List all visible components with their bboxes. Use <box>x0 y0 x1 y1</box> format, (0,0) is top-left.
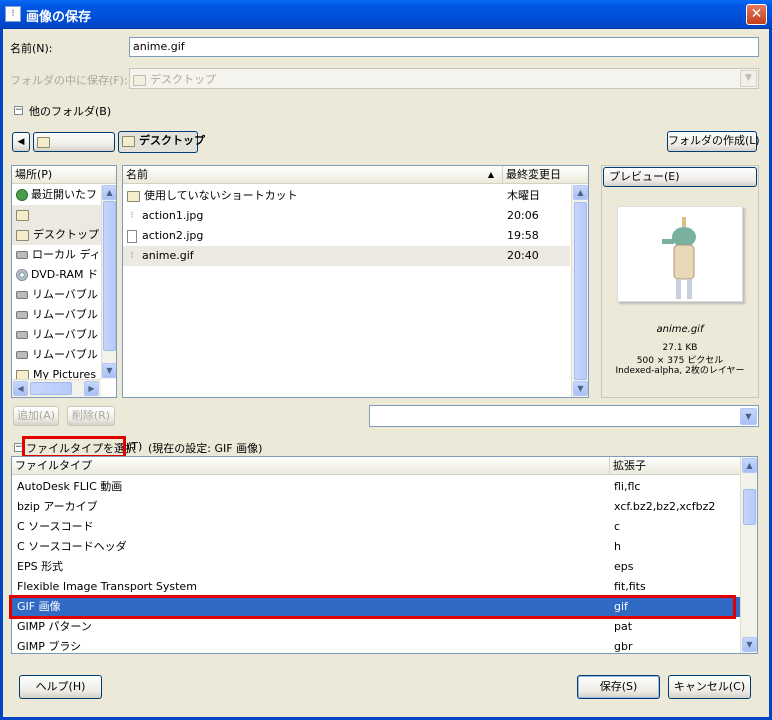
place-removable-1[interactable]: リムーバブル ラ <box>12 285 112 305</box>
place-my-pictures[interactable]: My Pictures <box>12 365 102 379</box>
filetype-row[interactable]: GIMP ブラシ gbr <box>12 637 740 653</box>
preview-filename: anime.gif <box>656 324 704 335</box>
other-folders-toggle[interactable]: 他のフォルダ(B) <box>29 103 111 119</box>
cancel-button[interactable]: キャンセル(C) <box>668 675 751 699</box>
file-row[interactable]: 使用していないショートカット 木曜日 <box>123 186 570 206</box>
place-desktop[interactable]: デスクトップ <box>12 225 102 245</box>
scroll-thumb[interactable] <box>103 201 116 351</box>
chevron-down-icon[interactable]: ▼ <box>740 408 757 425</box>
file-row[interactable]: ⁝ action1.jpg 20:06 <box>123 206 570 226</box>
place-home[interactable] <box>12 205 102 225</box>
select-filetype-highlight <box>22 436 126 458</box>
column-header-filetype[interactable]: ファイルタイプ <box>12 457 609 475</box>
image-file-icon: ⁝ <box>130 210 134 221</box>
filename-input[interactable]: anime.gif <box>129 37 759 57</box>
scroll-thumb[interactable] <box>574 202 587 380</box>
file-row-selected[interactable]: ⁝ anime.gif 20:40 <box>123 246 570 266</box>
path-segment-root[interactable] <box>33 132 115 152</box>
sort-ascending-icon: ▲ <box>487 170 494 179</box>
drive-icon <box>16 251 28 259</box>
preview-mode: Indexed-alpha, 2枚のレイヤー <box>615 366 745 376</box>
path-segment-desktop[interactable]: デスクトップ <box>118 131 205 153</box>
character-preview-image <box>662 217 696 299</box>
filetype-hotkey: (T) <box>127 440 143 453</box>
column-header-modified[interactable]: 最終変更日 <box>502 166 588 184</box>
filetype-list: ファイルタイプ 拡張子 AutoDesk FLIC 動画 fli,flc bzip… <box>11 456 758 654</box>
place-recent[interactable]: 最近開いたフ <box>12 185 102 205</box>
folder-icon <box>127 190 140 202</box>
window-title: 画像の保存 <box>26 10 92 25</box>
help-button[interactable]: ヘルプ(H) <box>19 675 102 699</box>
scroll-up-icon[interactable]: ▲ <box>573 185 588 200</box>
place-removable-3[interactable]: リムーバブル ラ <box>12 325 112 345</box>
scroll-up-icon[interactable]: ▲ <box>102 185 116 200</box>
folder-icon <box>16 369 29 379</box>
scroll-left-icon[interactable]: ◀ <box>13 381 28 396</box>
save-in-folder-label: フォルダの中に保存(F): <box>10 74 128 87</box>
preview-size: 27.1 KB <box>662 343 698 353</box>
scroll-thumb[interactable] <box>743 489 756 525</box>
folder-icon <box>16 209 29 221</box>
column-header-name[interactable]: 名前 ▲ <box>123 166 502 184</box>
collapse-toggle-icon[interactable]: − <box>14 106 23 115</box>
save-button[interactable]: 保存(S) <box>577 675 660 699</box>
filetype-row[interactable]: EPS 形式 eps <box>12 557 740 577</box>
recent-icon <box>16 189 28 201</box>
drive-icon <box>16 331 28 339</box>
filetype-row[interactable]: C ソースコード c <box>12 517 740 537</box>
filetype-row[interactable]: C ソースコードヘッダ h <box>12 537 740 557</box>
drive-icon <box>16 311 28 319</box>
folder-icon <box>16 229 29 241</box>
dvd-icon <box>16 269 28 281</box>
file-filter-combo[interactable] <box>369 405 759 427</box>
place-removable-4[interactable]: リムーバブル ラ <box>12 345 112 365</box>
filetype-row[interactable]: bzip アーカイブ xcf.bz2,bz2,xcfbz2 <box>12 497 740 517</box>
place-removable-2[interactable]: リムーバブル ラ <box>12 305 112 325</box>
places-hscroll[interactable]: ◀ ▶ <box>12 379 101 397</box>
places-vscroll[interactable]: ▲ ▼ <box>101 185 116 379</box>
filetype-row[interactable]: GIMP パターン pat <box>12 617 740 637</box>
gif-row-highlight <box>9 595 736 619</box>
filetype-rows: AutoDesk FLIC 動画 fli,flc bzip アーカイブ xcf.bz… <box>12 477 740 653</box>
preview-toggle-button[interactable]: プレビュー(E) <box>603 167 757 187</box>
places-header[interactable]: 場所(P) <box>12 166 116 184</box>
file-icon <box>127 229 137 243</box>
column-header-extension[interactable]: 拡張子 <box>609 457 740 475</box>
hscroll-thumb[interactable] <box>30 382 72 395</box>
folder-icon <box>133 74 146 86</box>
folder-icon <box>122 135 135 147</box>
filetype-vscroll[interactable]: ▲ ▼ <box>740 457 757 653</box>
remove-place-button[interactable]: 削除(R) <box>67 406 115 426</box>
file-row[interactable]: action2.jpg 19:58 <box>123 226 570 246</box>
place-dvd[interactable]: DVD-RAM ド <box>12 265 102 285</box>
places-panel: 場所(P) 最近開いたフ デスクトップ ローカル ディス DVD-RAM ド リ… <box>11 165 117 398</box>
scroll-down-icon[interactable]: ▼ <box>573 381 588 396</box>
folder-icon <box>37 136 50 148</box>
scroll-right-icon[interactable]: ▶ <box>84 381 99 396</box>
save-in-folder-combo: デスクトップ <box>129 68 759 89</box>
add-place-button[interactable]: 追加(A) <box>13 406 59 426</box>
scroll-down-icon[interactable]: ▼ <box>102 363 116 378</box>
image-file-icon: ⁝ <box>130 250 134 261</box>
filetype-current: (現在の設定: GIF 画像) <box>148 442 263 455</box>
drive-icon <box>16 291 28 299</box>
scroll-down-icon[interactable]: ▼ <box>742 637 757 652</box>
path-back-button[interactable]: ◀ <box>12 132 30 152</box>
chevron-down-icon: ▼ <box>740 70 757 87</box>
preview-pane: プレビュー(E) anime.gif 27.1 KB 500 × 375 ピクセ… <box>601 165 759 398</box>
scroll-up-icon[interactable]: ▲ <box>742 458 757 473</box>
create-folder-button[interactable]: フォルダの作成(L) <box>667 131 760 152</box>
drive-icon <box>16 351 28 359</box>
filetype-row[interactable]: AutoDesk FLIC 動画 fli,flc <box>12 477 740 497</box>
close-button[interactable]: ✕ <box>746 4 767 25</box>
file-list-panel: 名前 ▲ 最終変更日 使用していないショートカット 木曜日 ⁝ action1.jp… <box>122 165 589 398</box>
name-label: 名前(N): <box>10 42 53 55</box>
files-vscroll[interactable]: ▲ ▼ <box>571 185 588 397</box>
preview-thumbnail <box>617 206 743 302</box>
title-bar: ⁝ 画像の保存 ✕ <box>0 0 772 29</box>
app-icon: ⁝ <box>5 6 21 22</box>
filetype-row[interactable]: Flexible Image Transport System fit,fits <box>12 577 740 597</box>
place-local-disk[interactable]: ローカル ディス <box>12 245 112 265</box>
